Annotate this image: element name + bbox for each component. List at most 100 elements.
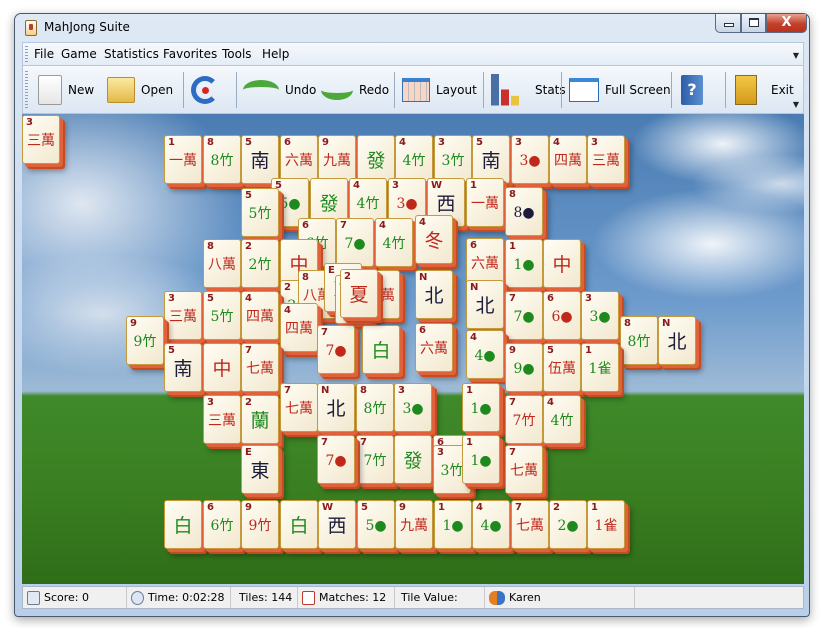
mahjong-tile[interactable]: 6 六萬: [280, 135, 318, 184]
menu-tools[interactable]: Tools: [222, 47, 252, 61]
mahjong-tile[interactable]: 5 5●: [357, 500, 395, 549]
mahjong-tile[interactable]: 3 3●: [581, 291, 619, 340]
tile-glyph: 1●: [513, 257, 535, 273]
mahjong-tile[interactable]: 5南: [164, 343, 202, 392]
mahjong-tile[interactable]: 中: [203, 343, 241, 392]
hint-button[interactable]: [191, 66, 219, 113]
mahjong-tile[interactable]: 8 8竹: [203, 135, 241, 184]
mahjong-tile[interactable]: 4 四萬: [549, 135, 587, 184]
mahjong-tile[interactable]: 3 3竹: [434, 135, 472, 184]
game-board[interactable]: 1 一萬 8 8竹 5 南 6 六萬 9 九萬發 4 4竹 3 3竹 5 南 3 3● 4 四萬 3 三萬 5 5● 發 4 4竹 3…: [22, 114, 804, 584]
mahjong-tile[interactable]: 5 5竹: [241, 188, 279, 237]
player-panel[interactable]: Karen: [485, 587, 635, 608]
menubar-grip[interactable]: [25, 46, 28, 63]
mahjong-tile[interactable]: 1 1雀: [581, 343, 619, 392]
mahjong-tile[interactable]: 8 8竹: [356, 383, 394, 432]
mahjong-tile[interactable]: 9 九萬: [318, 135, 356, 184]
mahjong-tile[interactable]: 8 八萬: [203, 239, 241, 288]
mahjong-tile[interactable]: 1 1●: [462, 435, 500, 484]
mahjong-tile[interactable]: 8 8竹: [620, 316, 658, 365]
mahjong-tile[interactable]: 發: [394, 435, 432, 484]
mahjong-tile[interactable]: 7 七萬: [280, 383, 318, 432]
mahjong-tile[interactable]: 5南: [241, 135, 279, 184]
mahjong-tile[interactable]: 2 2●: [549, 500, 587, 549]
mahjong-tile[interactable]: 7 7●: [505, 291, 543, 340]
mahjong-tile[interactable]: 9 9竹: [241, 500, 279, 549]
mahjong-tile[interactable]: 4 4竹: [395, 135, 433, 184]
mahjong-tile[interactable]: 7 7●: [317, 435, 355, 484]
redo-button[interactable]: Redo: [321, 66, 389, 113]
mahjong-tile[interactable]: N北: [658, 316, 696, 365]
mahjong-tile[interactable]: 66竹: [203, 500, 241, 549]
toolbar-overflow-icon[interactable]: ▼: [793, 100, 799, 109]
menu-file[interactable]: File: [34, 47, 54, 61]
mahjong-tile[interactable]: 4 四萬: [280, 303, 318, 352]
mahjong-tile[interactable]: 9 九萬: [395, 500, 433, 549]
mahjong-tile[interactable]: 7 七萬: [505, 445, 543, 494]
menu-statistics[interactable]: Statistics: [104, 47, 159, 61]
mahjong-tile[interactable]: 1 1雀: [587, 500, 625, 549]
mahjong-tile[interactable]: 4 4●: [466, 330, 504, 379]
mahjong-tile[interactable]: N北: [466, 280, 504, 329]
undo-button[interactable]: Undo: [243, 66, 316, 113]
new-button[interactable]: New: [38, 66, 94, 113]
open-button[interactable]: Open: [107, 66, 173, 113]
fullscreen-button[interactable]: Full Screen: [569, 66, 671, 113]
mahjong-tile[interactable]: N北: [415, 270, 453, 319]
mahjong-tile[interactable]: 2蘭: [241, 395, 279, 444]
menu-game[interactable]: Game: [61, 47, 97, 61]
menubar-overflow-icon[interactable]: ▼: [793, 51, 799, 60]
mahjong-tile[interactable]: 3 三萬: [203, 395, 241, 444]
maximize-button[interactable]: [741, 14, 766, 33]
title-bar[interactable]: MahJong Suite X: [15, 14, 809, 42]
mahjong-tile[interactable]: 7 7竹: [356, 435, 394, 484]
mahjong-tile[interactable]: 9 9竹: [126, 316, 164, 365]
mahjong-tile[interactable]: 4 4竹: [375, 218, 413, 267]
mahjong-tile[interactable]: 4 4●: [472, 500, 510, 549]
mahjong-tile[interactable]: 3 三萬: [22, 115, 60, 164]
mahjong-tile[interactable]: 發: [357, 135, 395, 184]
mahjong-tile[interactable]: W西: [318, 500, 356, 549]
mahjong-tile[interactable]: 1 1●: [434, 500, 472, 549]
stats-button[interactable]: Stats: [491, 66, 566, 113]
mahjong-tile[interactable]: 7 7●: [317, 325, 355, 374]
mahjong-tile[interactable]: 9 9●: [505, 343, 543, 392]
mahjong-tile[interactable]: 8 8●: [505, 187, 543, 236]
mahjong-tile[interactable]: 3 三萬: [164, 291, 202, 340]
minimize-button[interactable]: [715, 14, 741, 33]
close-button[interactable]: X: [766, 14, 807, 33]
mahjong-tile[interactable]: 1 一萬: [164, 135, 202, 184]
mahjong-tile[interactable]: 白: [362, 325, 400, 374]
mahjong-tile[interactable]: 中: [543, 239, 581, 288]
toolbar-grip[interactable]: [25, 71, 28, 109]
menu-favorites[interactable]: Favorites: [163, 47, 217, 61]
mahjong-tile[interactable]: 4 四萬: [241, 291, 279, 340]
mahjong-tile[interactable]: 3 3●: [511, 135, 549, 184]
mahjong-tile[interactable]: 1 1●: [505, 239, 543, 288]
mahjong-tile[interactable]: 4冬: [415, 215, 453, 264]
mahjong-tile[interactable]: 3 3●: [394, 383, 432, 432]
help-button[interactable]: ?: [681, 66, 703, 113]
mahjong-tile[interactable]: 2夏: [340, 269, 378, 318]
mahjong-tile[interactable]: E東: [241, 445, 279, 494]
layout-button[interactable]: Layout: [402, 66, 477, 113]
mahjong-tile[interactable]: 白: [280, 500, 318, 549]
mahjong-tile[interactable]: 5 5竹: [203, 291, 241, 340]
mahjong-tile[interactable]: 4 4竹: [543, 395, 581, 444]
mahjong-tile[interactable]: 22竹: [241, 239, 279, 288]
mahjong-tile[interactable]: 5南: [472, 135, 510, 184]
mahjong-tile[interactable]: 7 七萬: [511, 500, 549, 549]
mahjong-tile[interactable]: 3 三萬: [587, 135, 625, 184]
mahjong-tile[interactable]: 白: [164, 500, 202, 549]
mahjong-tile[interactable]: 66●: [543, 291, 581, 340]
mahjong-tile[interactable]: 6 六萬: [415, 323, 453, 372]
mahjong-tile[interactable]: 5 伍萬: [543, 343, 581, 392]
mahjong-tile[interactable]: 1 1●: [462, 383, 500, 432]
mahjong-tile[interactable]: 7 7竹: [505, 395, 543, 444]
mahjong-tile[interactable]: 7 7●: [336, 218, 374, 267]
mahjong-tile[interactable]: N北: [317, 383, 355, 432]
mahjong-tile[interactable]: 7 七萬: [241, 343, 279, 392]
mahjong-tile[interactable]: 1 一萬: [466, 178, 504, 227]
exit-button[interactable]: Exit: [735, 66, 794, 113]
menu-help[interactable]: Help: [262, 47, 289, 61]
